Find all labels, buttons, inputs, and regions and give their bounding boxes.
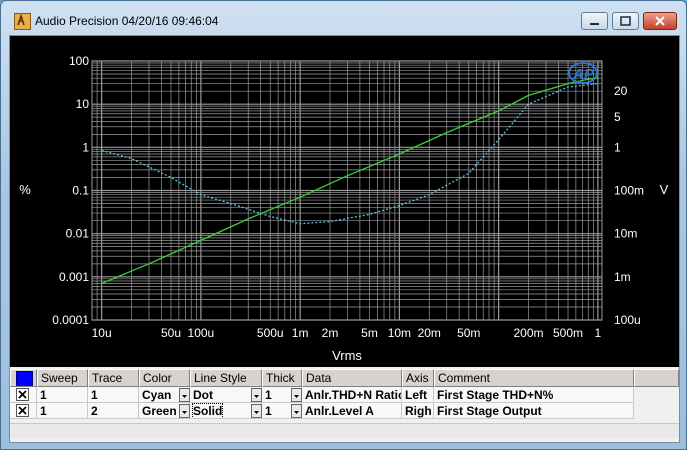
cell-data[interactable]: Anlr.Level A xyxy=(302,403,402,419)
minimize-icon xyxy=(590,23,599,25)
header-data[interactable]: Data xyxy=(302,369,402,387)
cell-axis[interactable]: Left xyxy=(402,387,434,403)
thick-value: 1 xyxy=(265,404,272,418)
x-tick-label: 500u xyxy=(257,326,284,340)
header-comment[interactable]: Comment xyxy=(434,369,634,387)
thick-dropdown[interactable] xyxy=(291,388,302,402)
dropdown-arrow-icon xyxy=(254,395,259,398)
y-right-tick-label: 100u xyxy=(614,313,641,327)
checkbox[interactable] xyxy=(16,388,29,401)
x-tick-label: 500m xyxy=(553,326,583,340)
y-left-tick-label: 10 xyxy=(76,97,90,111)
line-style-dropdown[interactable] xyxy=(251,388,262,402)
dropdown-arrow-icon xyxy=(182,411,187,414)
right-axis-label: V xyxy=(660,182,669,197)
header-empty xyxy=(634,369,679,387)
x-tick-label: 2m xyxy=(322,326,339,340)
y-right-tick-label: 100m xyxy=(614,184,644,198)
plot-area[interactable]: 10u 50u 100u 500u 1m 2m 5m 10m 20m 50m 200m 500m 1 10… xyxy=(10,36,679,367)
maximize-icon xyxy=(620,16,631,26)
x-tick-label: 50u xyxy=(161,326,181,340)
y-left-tick-label: 100 xyxy=(69,54,89,68)
row-check-cell[interactable] xyxy=(10,403,37,419)
x-tick-label: 1 xyxy=(595,326,602,340)
y-left-tick-label: 0.01 xyxy=(66,227,90,241)
x-tick-label: 100u xyxy=(188,326,215,340)
cell-data[interactable]: Anlr.THD+N Ratio xyxy=(302,387,402,403)
dropdown-arrow-icon xyxy=(294,411,299,414)
cell-trace[interactable]: 1 xyxy=(88,387,139,403)
y-right-tick-label: 5 xyxy=(614,110,621,124)
x-tick-label: 10m xyxy=(388,326,411,340)
color-value: Green xyxy=(142,404,177,418)
y-right-tick-label: 20 xyxy=(614,84,628,98)
cell-comment[interactable]: First Stage Output xyxy=(434,403,634,419)
checkbox[interactable] xyxy=(16,404,29,417)
x-axis-label: Vrms xyxy=(332,348,362,363)
cell-axis[interactable]: Righ xyxy=(402,403,434,419)
y-left-tick-label: 0.001 xyxy=(59,270,89,284)
title-bar[interactable]: Audio Precision 04/20/16 09:46:04 xyxy=(1,1,686,35)
left-axis-label: % xyxy=(19,182,31,197)
traces xyxy=(101,77,598,285)
checkbox-checked-icon xyxy=(18,406,27,415)
checkbox-checked-icon xyxy=(18,390,27,399)
x-tick-label: 200m xyxy=(514,326,544,340)
thick-dropdown[interactable] xyxy=(291,404,302,418)
y-right-tick-label: 1m xyxy=(614,270,631,284)
chart-svg[interactable]: 10u 50u 100u 500u 1m 2m 5m 10m 20m 50m 200m 500m 110… xyxy=(10,36,679,367)
cell-comment[interactable]: First Stage THD+N% xyxy=(434,387,634,403)
color-dropdown[interactable] xyxy=(179,388,190,402)
line-style-value: Solid xyxy=(191,403,224,418)
x-tick-label: 5m xyxy=(361,326,378,340)
close-button[interactable] xyxy=(643,12,677,30)
header-thick[interactable]: Thick xyxy=(262,369,302,387)
color-selector-swatch[interactable] xyxy=(16,371,33,386)
y-left-tick-label: 1 xyxy=(82,140,89,154)
y-right-tick-label: 10m xyxy=(614,227,637,241)
header-color[interactable]: Color xyxy=(139,369,190,387)
client-area: 10u 50u 100u 500u 1m 2m 5m 10m 20m 50m 200m 500m 1 10… xyxy=(9,35,680,443)
x-tick-label: 20m xyxy=(418,326,441,340)
y-right-tick-label: 1 xyxy=(614,140,621,154)
row-check-cell[interactable] xyxy=(10,387,37,403)
horizontal-scrollbar[interactable] xyxy=(10,423,679,438)
cell-trace[interactable]: 2 xyxy=(88,403,139,419)
header-axis[interactable]: Axis xyxy=(402,369,434,387)
dropdown-arrow-icon xyxy=(294,395,299,398)
x-tick-label: 50m xyxy=(457,326,480,340)
graph-window: Audio Precision 04/20/16 09:46:04 10u 50u… xyxy=(0,0,687,450)
cell-sweep[interactable]: 1 xyxy=(37,403,88,419)
grid-lines xyxy=(91,60,603,321)
y-left-tick-label: 0.0001 xyxy=(52,313,89,327)
x-tick-label: 1m xyxy=(292,326,309,340)
header-trace[interactable]: Trace xyxy=(88,369,139,387)
thick-value: 1 xyxy=(265,388,272,402)
cell-sweep[interactable]: 1 xyxy=(37,387,88,403)
ap-logo-icon: AP xyxy=(568,62,598,84)
close-icon xyxy=(655,16,665,26)
y-left-tick-label: 0.1 xyxy=(72,184,89,198)
window-title: Audio Precision 04/20/16 09:46:04 xyxy=(35,14,219,28)
x-tick-label: 10u xyxy=(92,326,112,340)
line-style-dropdown[interactable] xyxy=(251,404,262,418)
app-logo-icon[interactable] xyxy=(14,13,31,30)
table-header-select[interactable] xyxy=(10,369,37,387)
trace-table: Sweep Trace Color Line Style Thick Data … xyxy=(10,369,679,439)
color-value: Cyan xyxy=(142,388,172,402)
dropdown-arrow-icon xyxy=(254,411,259,414)
line-style-value: Dot xyxy=(193,388,213,402)
svg-text:AP: AP xyxy=(572,66,595,83)
maximize-button[interactable] xyxy=(612,12,639,30)
minimize-button[interactable] xyxy=(581,12,608,30)
header-line-style[interactable]: Line Style xyxy=(190,369,262,387)
dropdown-arrow-icon xyxy=(182,395,187,398)
header-sweep[interactable]: Sweep xyxy=(37,369,88,387)
color-dropdown[interactable] xyxy=(179,404,190,418)
